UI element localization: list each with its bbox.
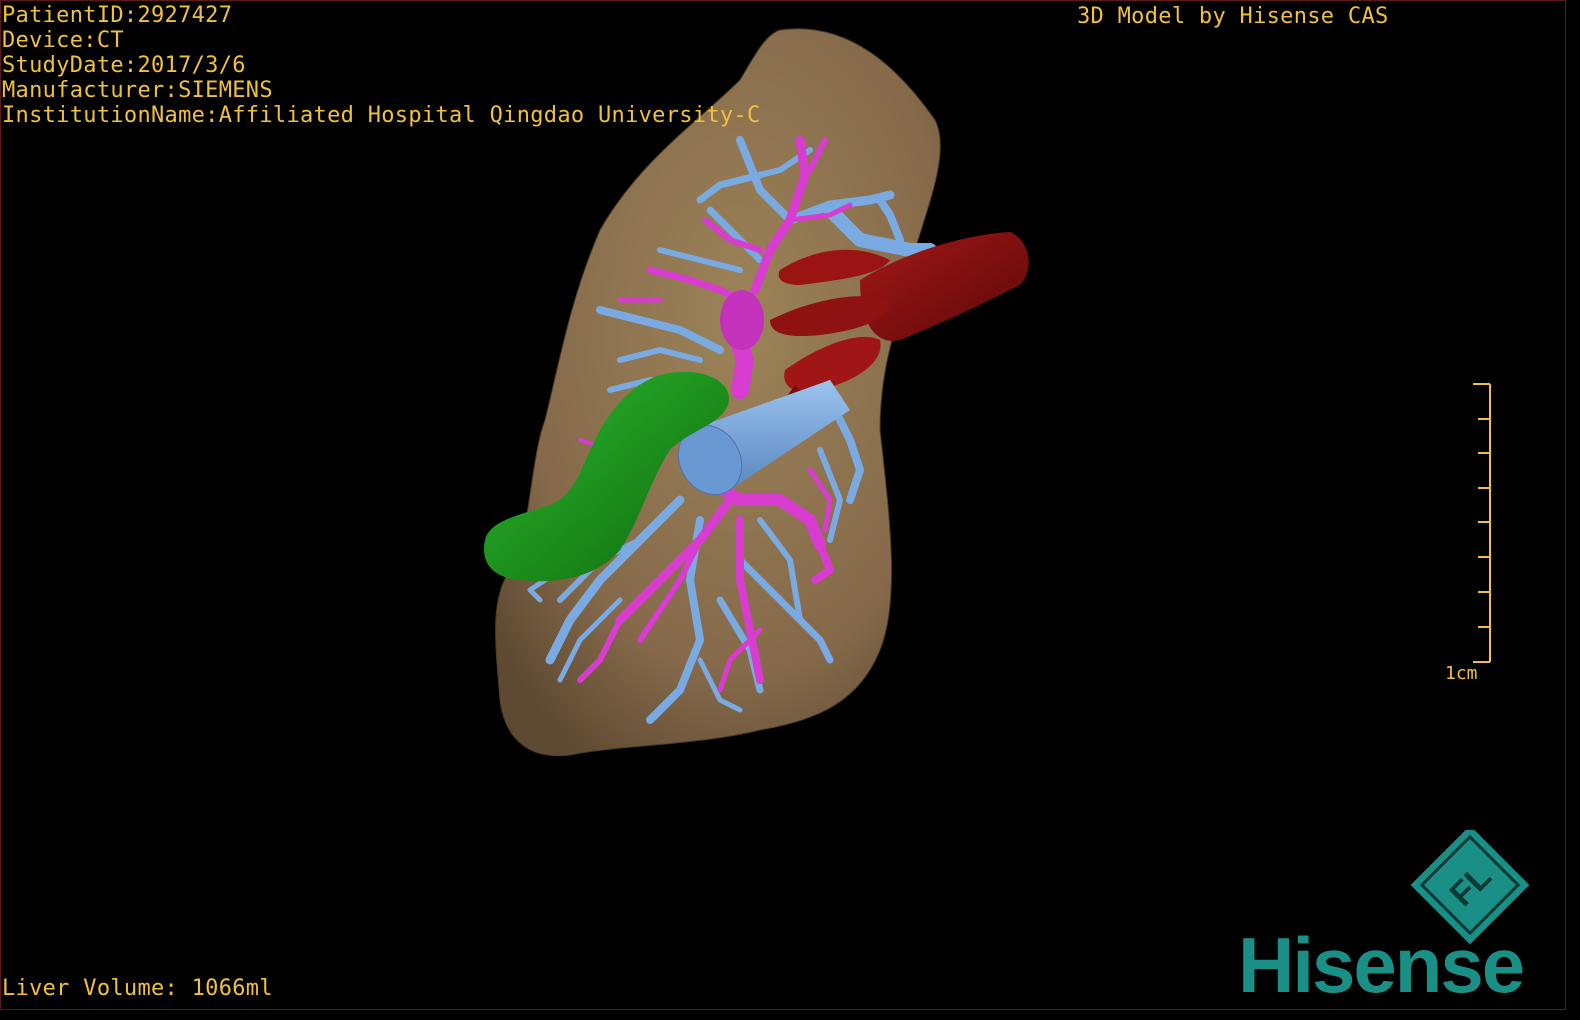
study-date-text: StudyDate:2017/3/6 — [2, 53, 246, 78]
scale-label: 1cm — [1445, 663, 1478, 684]
scale-bar — [1473, 383, 1491, 663]
model-credit-text: 3D Model by Hisense CAS — [1077, 4, 1389, 29]
hisense-wordmark: Hisense — [1238, 921, 1525, 1009]
artery-junction — [720, 290, 764, 350]
liver-volume-text: Liver Volume: 1066ml — [2, 976, 273, 1001]
institution-text: InstitutionName:Affiliated Hospital Qing… — [2, 103, 761, 128]
patient-info-overlay: PatientID:2927427 Device:CT StudyDate:2017… — [2, 3, 761, 128]
device-text: Device:CT — [2, 28, 124, 53]
manufacturer-text: Manufacturer:SIEMENS — [2, 78, 273, 103]
patient-id-text: PatientID:2927427 — [2, 3, 233, 28]
